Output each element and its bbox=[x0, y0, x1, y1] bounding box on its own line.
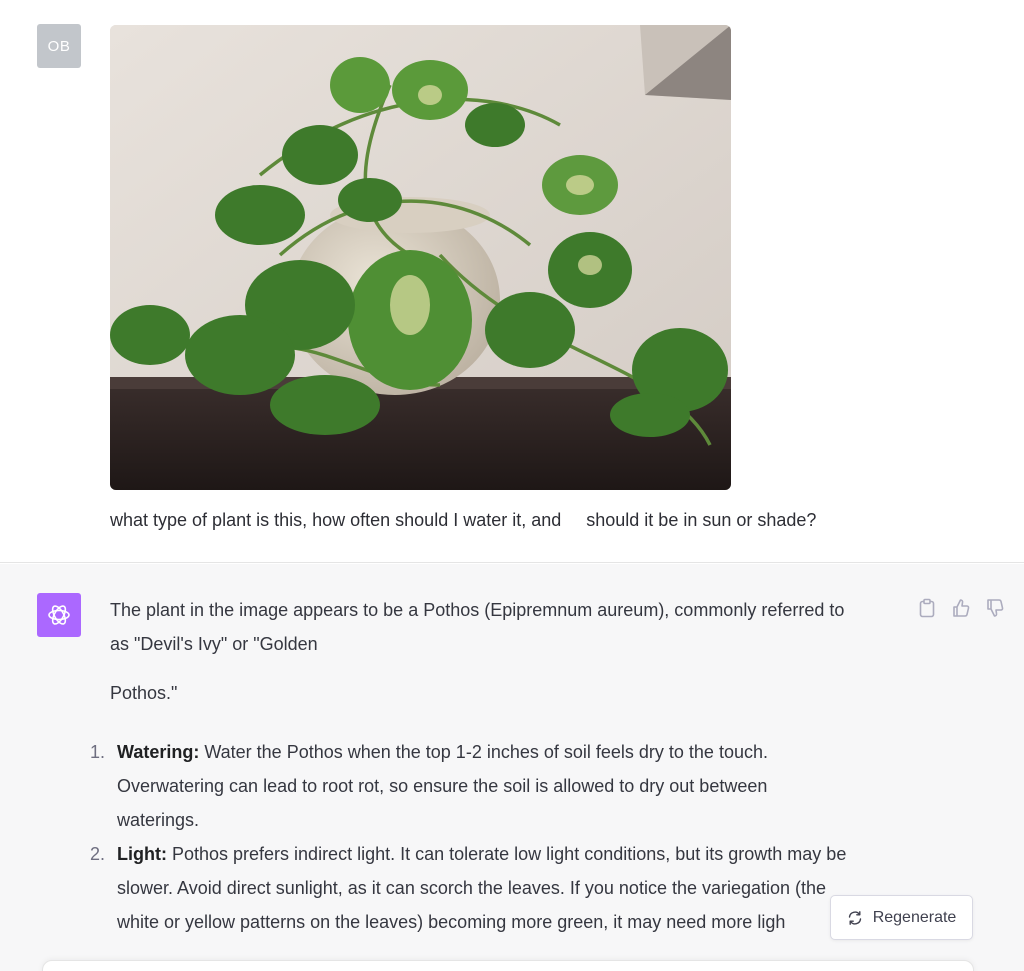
regenerate-label: Regenerate bbox=[872, 908, 957, 926]
list-text: slower. Avoid direct sunlight, as it can… bbox=[117, 878, 827, 898]
thumbs-down-button[interactable] bbox=[984, 597, 1006, 619]
thumbs-up-icon bbox=[953, 599, 970, 617]
list-text: Water the Pothos when the top 1-2 inches… bbox=[199, 742, 768, 762]
user-avatar: OB bbox=[37, 24, 81, 68]
user-message-text: what type of plant is this, how often sh… bbox=[110, 510, 817, 530]
thumbs-down-icon bbox=[987, 599, 1004, 617]
user-message: OB what type of plant is this, how often… bbox=[0, 0, 1024, 563]
care-list: 1. Watering: Water the Pothos when the t… bbox=[90, 735, 846, 939]
list-line: Watering: Water the Pothos when the top … bbox=[117, 735, 846, 769]
list-item: 2. Light: Pothos prefers indirect light.… bbox=[90, 837, 846, 939]
chat-input[interactable] bbox=[42, 960, 974, 971]
list-text: white or yellow patterns on the leaves) … bbox=[117, 912, 786, 932]
response-intro-line-2: as "Devil's Ivy" or "Golden bbox=[110, 634, 318, 654]
list-heading: Watering: bbox=[117, 742, 200, 762]
list-number: 1. bbox=[90, 742, 106, 762]
list-text: Overwatering can lead to root rot, so en… bbox=[117, 776, 768, 796]
clipboard-icon bbox=[919, 598, 935, 618]
regenerate-button[interactable]: Regenerate bbox=[830, 895, 973, 940]
response-intro-line-3: Pothos." bbox=[110, 683, 178, 703]
list-item: 1. Watering: Water the Pothos when the t… bbox=[90, 735, 846, 837]
response-intro-line-1: The plant in the image appears to be a P… bbox=[110, 600, 845, 620]
thumbs-up-button[interactable] bbox=[950, 597, 972, 619]
plant-photo-image bbox=[110, 25, 731, 490]
list-text: waterings. bbox=[117, 810, 200, 830]
refresh-icon bbox=[848, 910, 861, 925]
openai-logo-icon bbox=[48, 605, 70, 625]
list-heading: Light: bbox=[117, 844, 167, 864]
list-line: Light: Pothos prefers indirect light. It… bbox=[117, 837, 846, 871]
assistant-avatar bbox=[37, 593, 81, 637]
list-text: Pothos prefers indirect light. It can to… bbox=[166, 844, 847, 864]
plant-photo bbox=[110, 25, 731, 490]
copy-button[interactable] bbox=[916, 597, 938, 619]
list-number: 2. bbox=[90, 844, 106, 864]
message-actions bbox=[916, 597, 1006, 619]
